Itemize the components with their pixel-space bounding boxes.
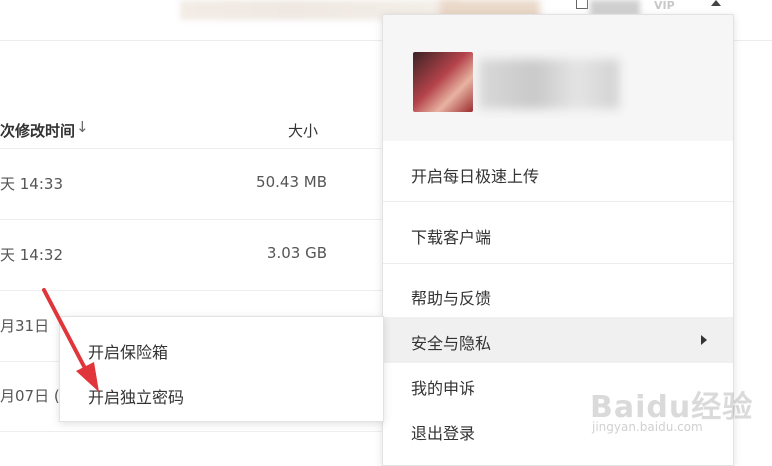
file-table-header: 次修改时间 ↓ 大小 <box>0 110 382 149</box>
column-size[interactable]: 大小 <box>288 120 318 141</box>
window-icon[interactable] <box>576 0 588 9</box>
menu-item-security-privacy[interactable]: 安全与隐私 <box>383 317 733 363</box>
menu-item-daily-speed-upload[interactable]: 开启每日极速上传 <box>383 150 733 196</box>
menu-item-label: 我的申诉 <box>411 379 476 398</box>
menu-item-download-client[interactable]: 下载客户端 <box>383 211 733 257</box>
modified-time: 天 14:32 <box>0 246 63 264</box>
menu-item-label: 下载客户端 <box>411 228 492 247</box>
security-submenu: 开启保险箱 开启独立密码 <box>59 316 384 422</box>
table-row[interactable]: 天 14:32 3.03 GB <box>0 220 382 291</box>
menu-item-label: 帮助与反馈 <box>411 289 492 308</box>
menu-item-label: 开启每日极速上传 <box>411 167 540 186</box>
watermark-url: jingyan.baidu.com <box>592 420 703 434</box>
username-blurred <box>479 59 619 109</box>
submenu-item-label: 开启保险箱 <box>88 343 169 362</box>
submenu-item-enable-independent-password[interactable]: 开启独立密码 <box>60 372 383 416</box>
chevron-right-icon <box>701 335 707 345</box>
modified-time: 月31日 <box>0 317 50 335</box>
menu-divider <box>383 263 733 264</box>
submenu-item-label: 开启独立密码 <box>88 388 185 407</box>
caret-up-icon[interactable] <box>711 0 721 6</box>
menu-divider <box>383 201 733 202</box>
file-size: 50.43 MB <box>256 173 327 191</box>
column-modified-time[interactable]: 次修改时间 <box>0 120 75 141</box>
user-profile <box>383 15 733 141</box>
modified-time: 月07日 ( <box>0 387 60 405</box>
file-size: 3.03 GB <box>266 244 327 262</box>
submenu-item-enable-safe-box[interactable]: 开启保险箱 <box>60 327 383 371</box>
sort-down-icon[interactable]: ↓ <box>76 118 89 136</box>
avatar[interactable] <box>413 52 473 112</box>
menu-item-label: 安全与隐私 <box>411 334 492 353</box>
modified-time: 天 14:33 <box>0 175 63 193</box>
vip-badge[interactable]: VIP <box>654 0 675 12</box>
menu-item-help-feedback[interactable]: 帮助与反馈 <box>383 272 733 318</box>
menu-item-label: 退出登录 <box>411 424 476 443</box>
table-row[interactable]: 天 14:33 50.43 MB <box>0 149 382 220</box>
